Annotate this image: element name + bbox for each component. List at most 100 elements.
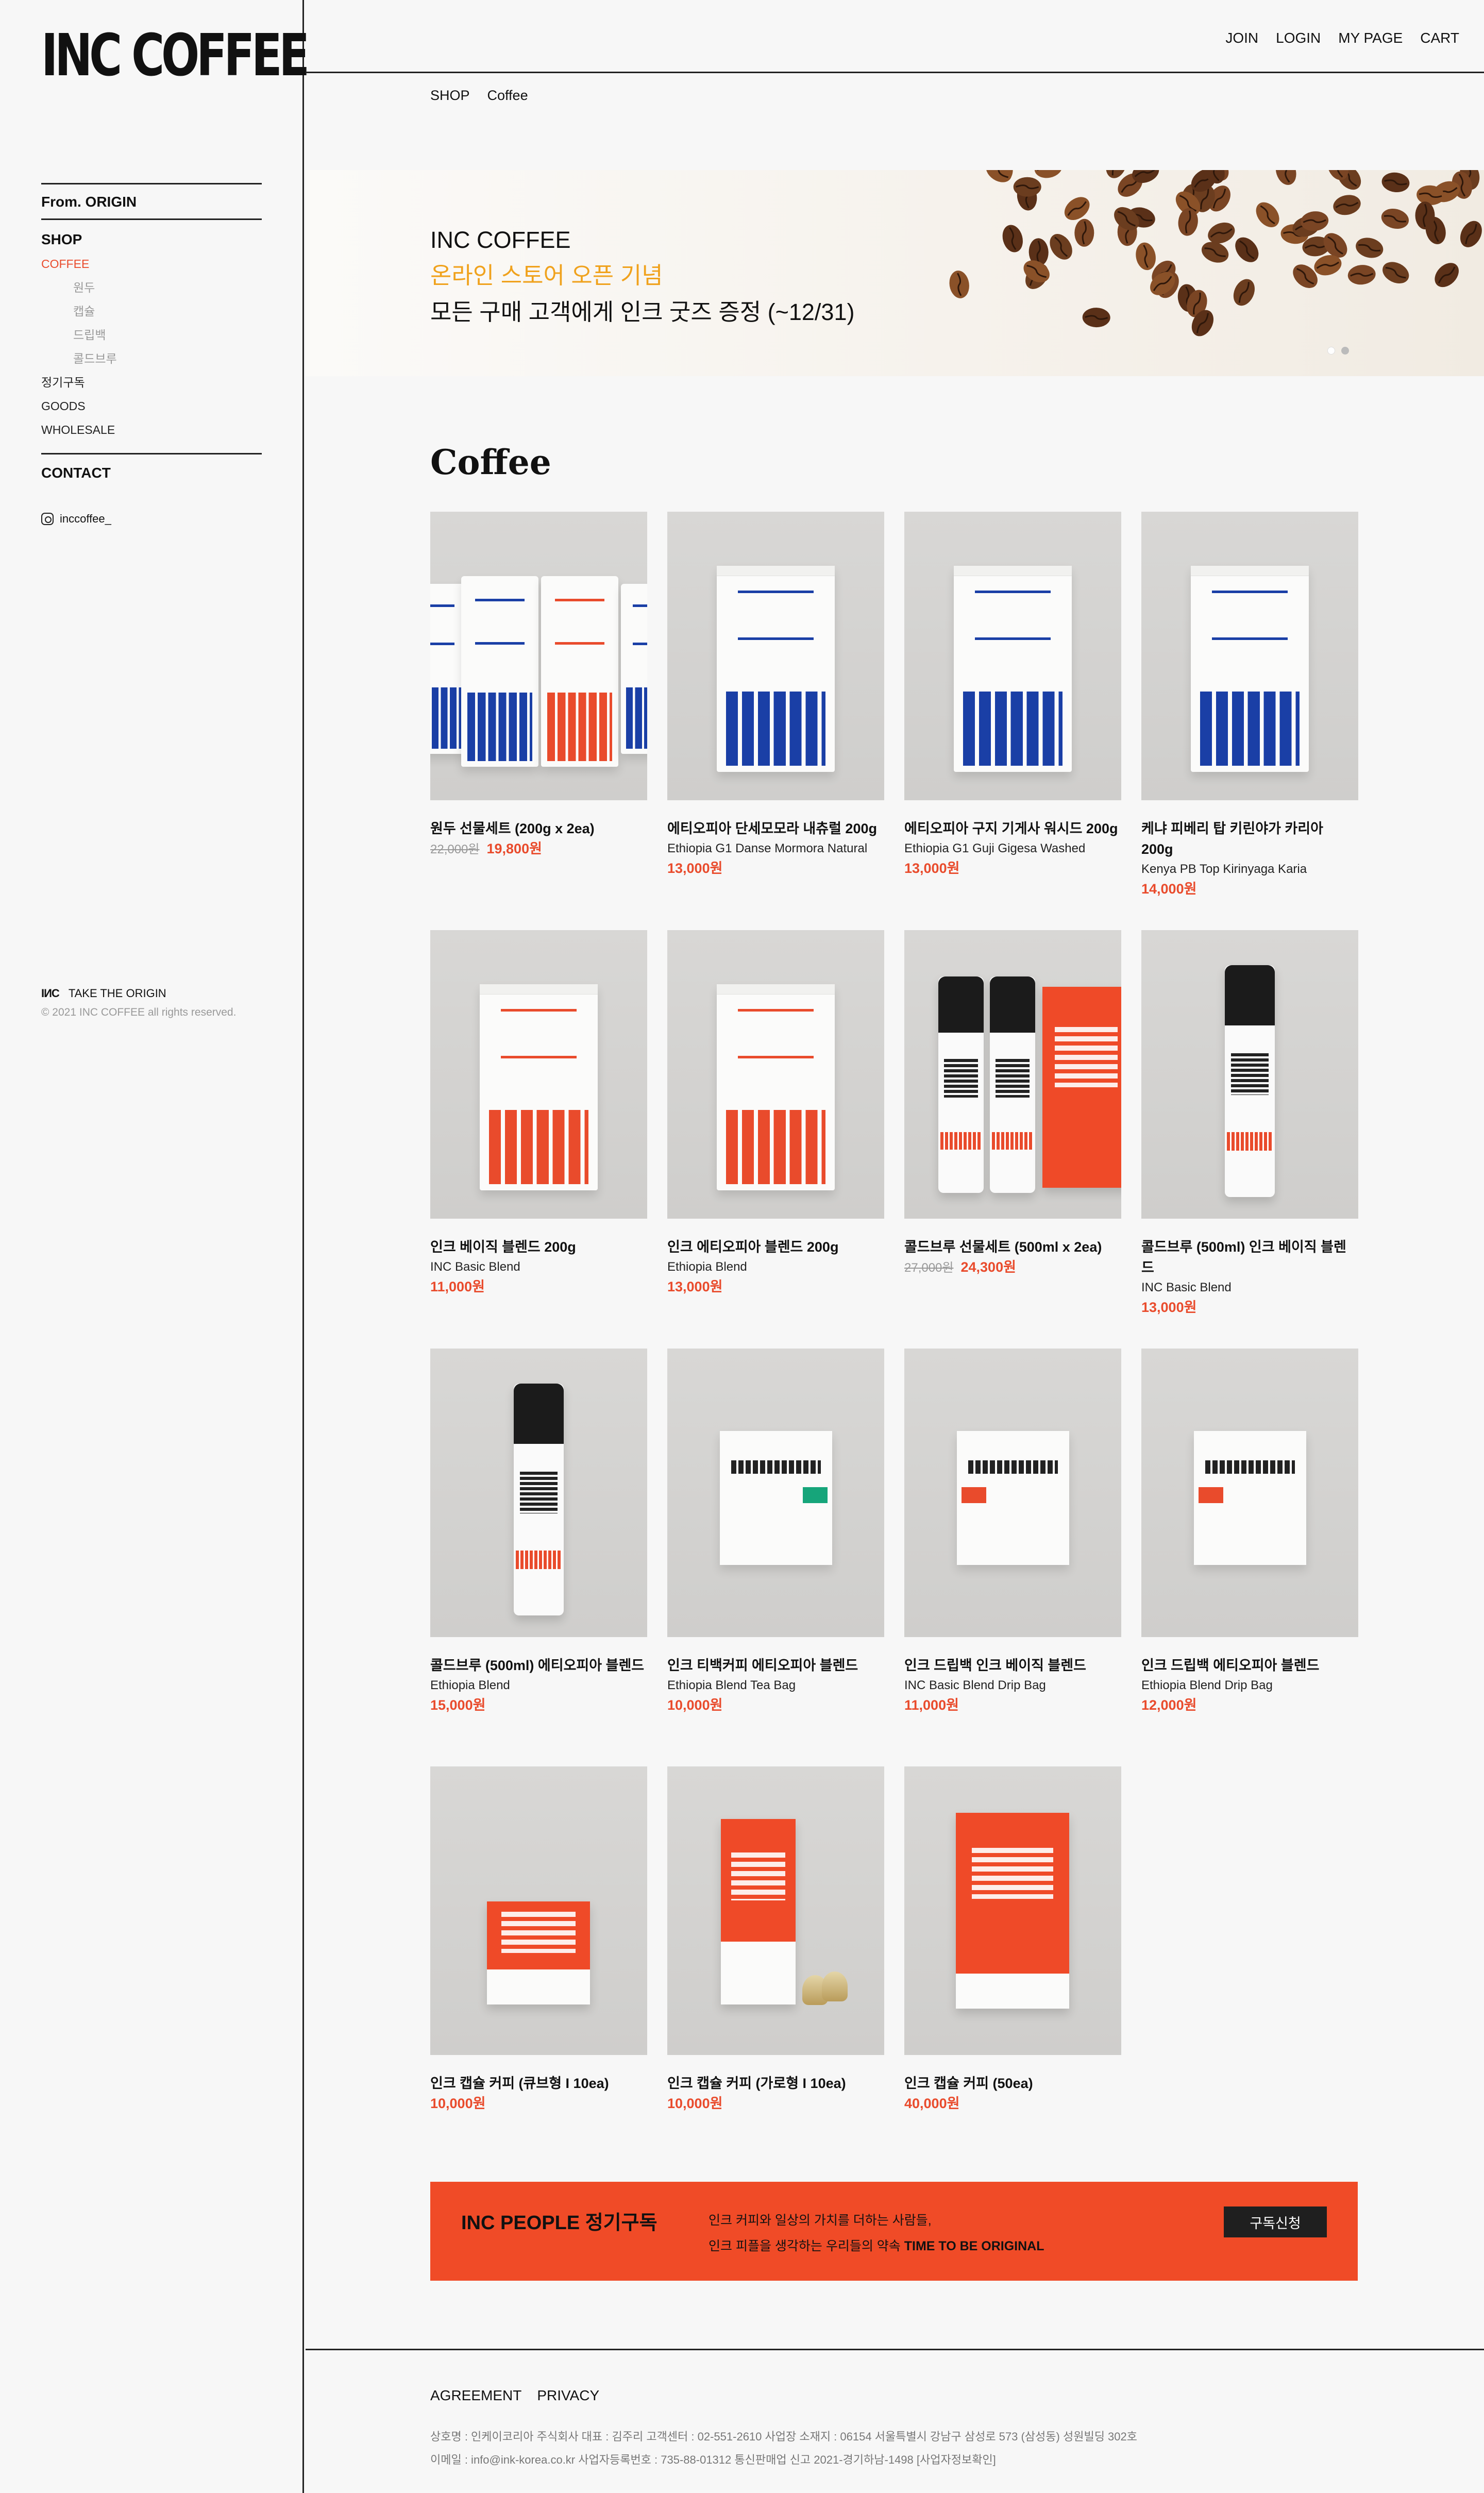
teabag-box-icon <box>720 1431 832 1565</box>
price-row: 13,000원 <box>1141 1298 1358 1317</box>
coffee-bag-icon <box>621 584 647 754</box>
coffee-bean <box>1435 263 1459 288</box>
price-row: 40,000원 <box>904 2094 1121 2113</box>
price-row: 12,000원 <box>1141 1695 1358 1715</box>
sale-price: 15,000원 <box>430 1697 486 1713</box>
product-name[interactable]: 인크 에티오피아 블렌드 200g <box>667 1237 884 1257</box>
product-image[interactable] <box>667 1766 884 2055</box>
sidebar-item-contact[interactable]: CONTACT <box>41 453 262 481</box>
product-card[interactable]: 인크 에티오피아 블렌드 200g Ethiopia Blend 13,000원 <box>667 930 884 1296</box>
price-row: 13,000원 <box>667 1277 884 1296</box>
carousel-dot-2[interactable] <box>1341 347 1349 355</box>
capsule-box-icon <box>956 1813 1069 2009</box>
divider <box>41 218 262 220</box>
breadcrumb-shop[interactable]: SHOP <box>430 88 470 104</box>
sale-price: 14,000원 <box>1141 881 1197 897</box>
product-image[interactable] <box>1141 512 1358 800</box>
product-name[interactable]: 에티오피아 구지 기게사 워시드 200g <box>904 818 1121 839</box>
coffee-beans-image <box>949 170 1482 336</box>
product-card[interactable]: 인크 드립백 에티오피아 블렌드 Ethiopia Blend Drip Bag 1… <box>1141 1349 1358 1715</box>
product-name[interactable]: 케냐 피베리 탑 키린야가 카리아 200g <box>1141 818 1358 860</box>
product-image[interactable] <box>904 1766 1121 2055</box>
product-card[interactable]: 케냐 피베리 탑 키린야가 카리아 200g Kenya PB Top Kirin… <box>1141 512 1358 899</box>
product-name[interactable]: 콜드브루 (500ml) 에티오피아 블렌드 <box>430 1655 647 1676</box>
subscription-banner: INC PEOPLE 정기구독 인크 커피와 일상의 가치를 더하는 사람들, … <box>430 2182 1358 2281</box>
carousel-dot-1[interactable] <box>1327 347 1335 355</box>
privacy-link[interactable]: PRIVACY <box>537 2387 599 2404</box>
product-english-name: Ethiopia Blend <box>430 1678 510 1692</box>
price-row: 27,000원 24,300원 <box>904 1257 1121 1278</box>
product-card[interactable]: 인크 드립백 인크 베이직 블렌드 INC Basic Blend Drip Ba… <box>904 1349 1121 1715</box>
product-name[interactable]: 인크 베이직 블렌드 200g <box>430 1237 647 1257</box>
price-row: 13,000원 <box>667 858 884 878</box>
product-image[interactable] <box>1141 1349 1358 1637</box>
dripbag-box-icon <box>1194 1431 1306 1565</box>
site-footer: AGREEMENT PRIVACY 상호명 : 인케이코리아 주식회사 대표 :… <box>306 2349 1484 2493</box>
sidebar-item-dripbag[interactable]: 드립백 <box>41 323 262 347</box>
login-link[interactable]: LOGIN <box>1276 30 1321 46</box>
promo-banner[interactable]: INC COFFEE 온라인 스토어 오픈 기념 모든 구매 고객에게 인크 굿… <box>306 170 1484 376</box>
product-name[interactable]: 에티오피아 단세모모라 내츄럴 200g <box>667 818 884 839</box>
sidebar-item-wholesale[interactable]: WHOLESALE <box>41 418 262 442</box>
product-image[interactable] <box>667 930 884 1219</box>
banner-highlight: 온라인 스토어 오픈 기념 <box>430 262 663 289</box>
product-card[interactable]: 인크 캡슐 커피 (50ea) 40,000원 <box>904 1766 1121 2113</box>
sidebar-item-beans[interactable]: 원두 <box>41 276 262 299</box>
product-image[interactable] <box>904 512 1121 800</box>
product-name[interactable]: 인크 드립백 인크 베이직 블렌드 <box>904 1655 1121 1676</box>
sidebar-item-origin[interactable]: From. ORIGIN <box>41 184 262 218</box>
product-card[interactable]: 콜드브루 (500ml) 인크 베이직 블렌드 INC Basic Blend 13… <box>1141 930 1358 1317</box>
product-name[interactable]: 인크 캡슐 커피 (가로형 I 10ea) <box>667 2073 884 2094</box>
sidebar-item-goods[interactable]: GOODS <box>41 394 262 418</box>
product-card[interactable]: 인크 캡슐 커피 (큐브형 I 10ea) 10,000원 <box>430 1766 647 2113</box>
sidebar-item-capsule[interactable]: 캡슐 <box>41 299 262 323</box>
cart-link[interactable]: CART <box>1420 30 1459 46</box>
product-name[interactable]: 인크 캡슐 커피 (큐브형 I 10ea) <box>430 2073 647 2094</box>
price-row: 10,000원 <box>667 2094 884 2113</box>
product-card[interactable]: 원두 선물세트 (200g x 2ea) 22,000원 19,800원 <box>430 512 647 860</box>
product-image[interactable] <box>430 930 647 1219</box>
product-card[interactable]: 에티오피아 단세모모라 내츄럴 200g Ethiopia G1 Danse Mo… <box>667 512 884 878</box>
product-card[interactable]: 인크 베이직 블렌드 200g INC Basic Blend 11,000원 <box>430 930 647 1296</box>
product-english-name: Ethiopia Blend Drip Bag <box>1141 1678 1273 1692</box>
product-image[interactable] <box>667 512 884 800</box>
product-image[interactable] <box>667 1349 884 1637</box>
product-image[interactable] <box>904 930 1121 1219</box>
site-logo[interactable]: INC COFFEE <box>41 27 310 85</box>
coldbrew-bottle-icon <box>514 1384 564 1615</box>
sidebar-item-coffee[interactable]: COFFEE <box>41 252 262 276</box>
product-image[interactable] <box>1141 930 1358 1219</box>
tagline: TAKE THE ORIGIN <box>68 987 166 1000</box>
agreement-link[interactable]: AGREEMENT <box>430 2387 521 2404</box>
product-card[interactable]: 콜드브루 (500ml) 에티오피아 블렌드 Ethiopia Blend 15,0… <box>430 1349 647 1715</box>
breadcrumb-coffee[interactable]: Coffee <box>487 88 528 104</box>
product-image[interactable] <box>430 1766 647 2055</box>
breadcrumb: SHOP Coffee <box>430 88 528 104</box>
product-card[interactable]: 인크 티백커피 에티오피아 블렌드 Ethiopia Blend Tea Bag 1… <box>667 1349 884 1715</box>
product-image[interactable] <box>904 1349 1121 1637</box>
instagram-link[interactable]: inccoffee_ <box>41 512 262 526</box>
subscription-title: INC PEOPLE 정기구독 <box>461 2212 657 2234</box>
my-page-link[interactable]: MY PAGE <box>1338 30 1403 46</box>
price-row: 13,000원 <box>904 858 1121 878</box>
product-name[interactable]: 인크 드립백 에티오피아 블렌드 <box>1141 1655 1358 1676</box>
product-name[interactable]: 콜드브루 선물세트 (500ml x 2ea) <box>904 1237 1121 1257</box>
sidebar-item-shop[interactable]: SHOP <box>41 231 262 248</box>
subscribe-button[interactable]: 구독신청 <box>1224 2206 1327 2237</box>
product-name[interactable]: 인크 티백커피 에티오피아 블렌드 <box>667 1655 884 1676</box>
product-name[interactable]: 콜드브루 (500ml) 인크 베이직 블렌드 <box>1141 1237 1358 1278</box>
product-card[interactable]: 인크 캡슐 커피 (가로형 I 10ea) 10,000원 <box>667 1766 884 2113</box>
sidebar-nav: From. ORIGIN SHOP COFFEE 원두 캡슐 드립백 콜드브루 … <box>41 183 262 526</box>
product-card[interactable]: 콜드브루 선물세트 (500ml x 2ea) 27,000원 24,300원 <box>904 930 1121 1278</box>
product-card[interactable]: 에티오피아 구지 기게사 워시드 200g Ethiopia G1 Guji Gi… <box>904 512 1121 878</box>
product-name[interactable]: 원두 선물세트 (200g x 2ea) <box>430 818 647 839</box>
join-link[interactable]: JOIN <box>1225 30 1258 46</box>
sidebar-item-coldbrew[interactable]: 콜드브루 <box>41 347 262 370</box>
product-name[interactable]: 인크 캡슐 커피 (50ea) <box>904 2073 1121 2094</box>
product-image[interactable] <box>430 512 647 800</box>
sidebar-item-subscription[interactable]: 정기구독 <box>41 370 262 394</box>
sale-price: 12,000원 <box>1141 1697 1197 1713</box>
product-image[interactable] <box>430 1349 647 1637</box>
sale-price: 11,000원 <box>904 1697 959 1713</box>
company-info: 상호명 : 인케이코리아 주식회사 대표 : 김주리 고객센터 : 02-551… <box>430 2425 1137 2471</box>
